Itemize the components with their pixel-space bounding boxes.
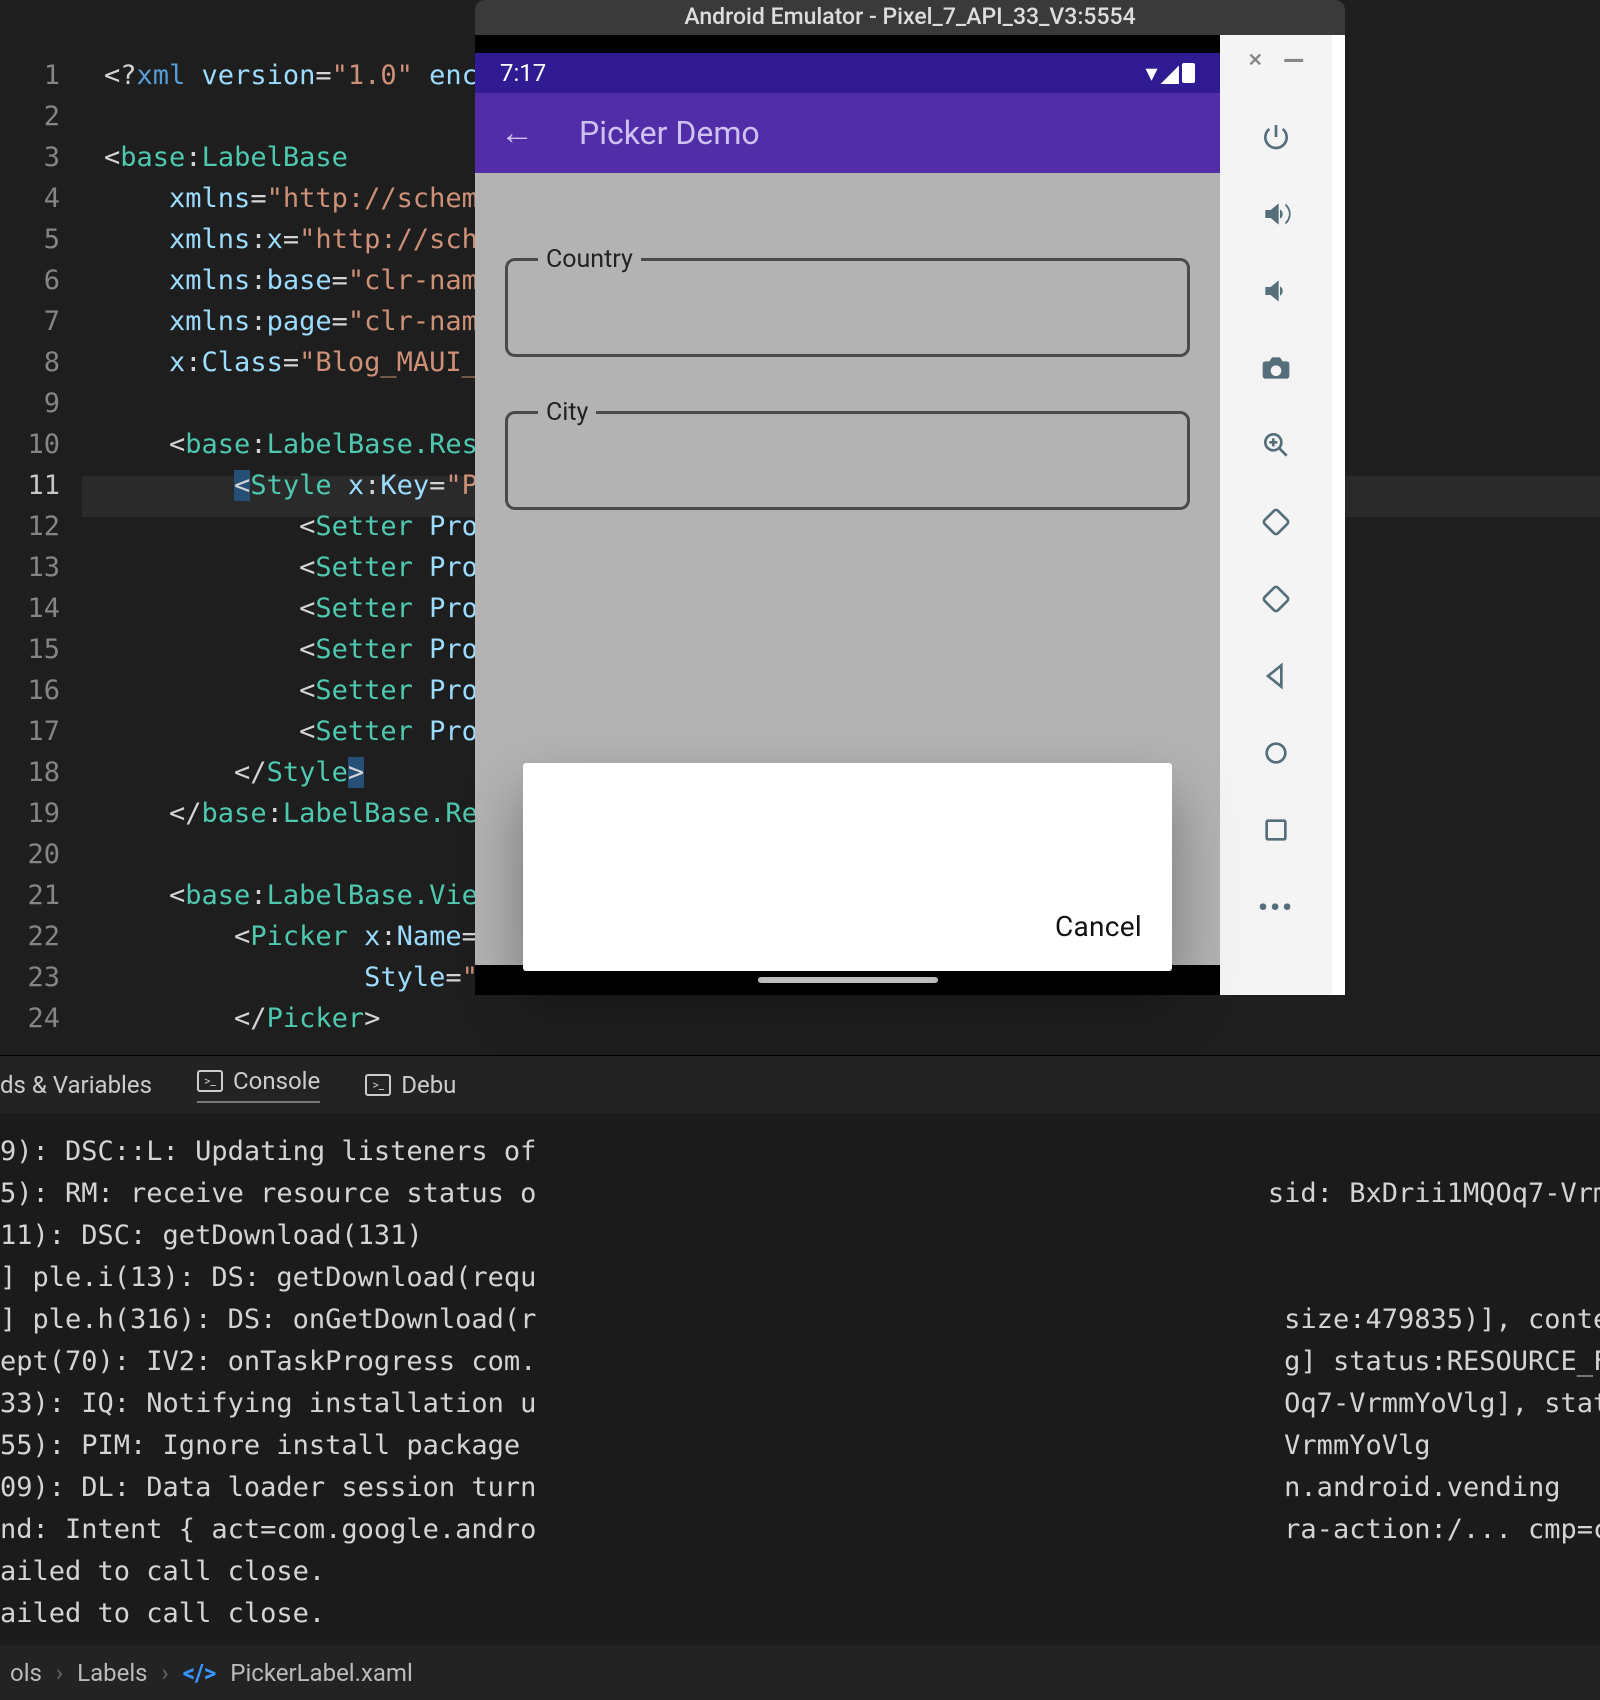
country-picker-label: Country <box>538 245 641 274</box>
signal-icon: ◢ <box>1161 59 1179 87</box>
breadcrumb-item[interactable]: Labels <box>77 1659 147 1687</box>
tab-console[interactable]: >_Console <box>197 1067 320 1103</box>
app-bar: ← Picker Demo <box>475 93 1220 173</box>
city-picker-label: City <box>538 398 596 427</box>
terminal-icon: >_ <box>365 1074 391 1096</box>
rotate-right-icon[interactable] <box>1253 576 1298 621</box>
picker-dialog: Cancel <box>523 763 1172 971</box>
app-bar-title: Picker Demo <box>579 114 760 152</box>
minimize-icon[interactable]: — <box>1283 57 1304 65</box>
terminal-icon: >_ <box>197 1070 223 1092</box>
breadcrumb: ols › Labels › </> PickerLabel.xaml <box>0 1645 1600 1700</box>
bottom-panel-tabs: ds & Variables >_Console >_Debu <box>0 1055 1600 1114</box>
rotate-left-icon[interactable] <box>1253 499 1298 544</box>
android-home-icon[interactable] <box>1260 737 1292 769</box>
breadcrumb-file[interactable]: PickerLabel.xaml <box>230 1659 413 1687</box>
camera-icon[interactable] <box>1260 352 1292 384</box>
city-picker[interactable]: City <box>505 398 1190 510</box>
emulator-title-bar[interactable]: Android Emulator - Pixel_7_API_33_V3:555… <box>475 0 1345 35</box>
power-icon[interactable] <box>1260 121 1292 153</box>
zoom-in-icon[interactable] <box>1260 429 1292 461</box>
breadcrumb-item[interactable]: ols <box>10 1659 42 1687</box>
android-status-bar: 7:17 ▾ ◢ <box>475 53 1220 93</box>
country-picker[interactable]: Country <box>505 245 1190 357</box>
chevron-right-icon: › <box>162 1659 169 1687</box>
emulator-phone-screen: 7:17 ▾ ◢ ← Picker Demo Country City <box>475 35 1220 995</box>
dialog-cancel-button[interactable]: Cancel <box>1055 910 1142 943</box>
console-output[interactable]: 9): DSC::L: Updating listeners of 5): RM… <box>0 1113 1600 1645</box>
tab-variables[interactable]: ds & Variables <box>0 1071 152 1099</box>
chevron-right-icon: › <box>56 1659 63 1687</box>
xaml-file-icon: </> <box>183 1659 217 1687</box>
status-clock: 7:17 <box>500 59 546 87</box>
volume-down-icon[interactable] <box>1260 275 1292 307</box>
more-icon[interactable]: ••• <box>1258 891 1294 924</box>
back-arrow-icon[interactable]: ← <box>500 113 534 153</box>
android-emulator-window: Android Emulator - Pixel_7_API_33_V3:555… <box>475 0 1345 995</box>
battery-icon <box>1182 63 1195 83</box>
android-back-icon[interactable] <box>1260 660 1292 692</box>
emulator-side-toolbar: ✕ — ••• <box>1220 35 1332 995</box>
line-number-gutter: 1 2 3 4 5 6 7 8 9 10 11 12 13 14 15 16 1… <box>0 20 82 1070</box>
tab-debug[interactable]: >_Debu <box>365 1071 456 1099</box>
close-icon[interactable]: ✕ <box>1248 50 1263 71</box>
wifi-icon: ▾ <box>1145 59 1157 87</box>
volume-up-icon[interactable] <box>1260 198 1292 230</box>
android-overview-icon[interactable] <box>1260 814 1292 846</box>
